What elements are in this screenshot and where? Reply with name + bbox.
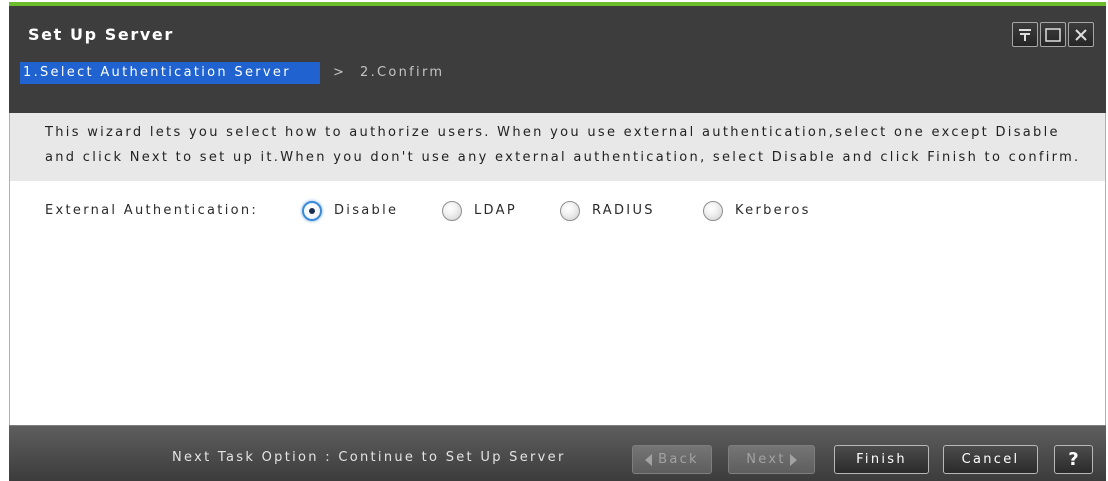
finish-button-label: Finish: [856, 452, 907, 467]
radio-label: Disable: [334, 203, 399, 218]
maximize-button[interactable]: [1040, 22, 1066, 47]
help-icon: ?: [1068, 449, 1079, 470]
finish-button[interactable]: Finish: [834, 445, 929, 474]
title-bar: Set Up Server: [9, 2, 1106, 60]
triangle-right-icon: [789, 453, 797, 466]
radio-option-ldap[interactable]: LDAP: [442, 201, 517, 221]
next-button[interactable]: Next: [728, 445, 815, 474]
wizard-steps: 1.Select Authentication Server > 2.Confi…: [9, 60, 1106, 113]
next-task-option: Next Task Option : Continue to Set Up Se…: [172, 450, 566, 465]
dialog-footer: Next Task Option : Continue to Set Up Se…: [9, 425, 1106, 481]
step-confirm: 2.Confirm: [360, 65, 445, 80]
step-separator: >: [333, 65, 347, 80]
radio-option-disable[interactable]: Disable: [302, 201, 398, 221]
radio-option-radius[interactable]: RADIUS: [560, 201, 655, 221]
description-line: This wizard lets you select how to autho…: [45, 125, 1060, 140]
radio-button[interactable]: [302, 201, 322, 221]
radio-button[interactable]: [560, 201, 580, 221]
maximize-icon: [1045, 27, 1061, 42]
set-up-server-dialog: Set Up Server 1.Select Authentication Se…: [0, 0, 1108, 481]
pin-to-top-button[interactable]: [1012, 22, 1038, 47]
next-button-label: Next: [746, 452, 786, 467]
radio-label: LDAP: [474, 203, 517, 218]
help-button[interactable]: ?: [1054, 445, 1093, 474]
pin-to-top-icon: [1018, 28, 1032, 42]
wizard-description: This wizard lets you select how to autho…: [9, 113, 1106, 181]
external-authentication-label: External Authentication:: [45, 203, 259, 218]
back-button[interactable]: Back: [632, 445, 712, 474]
cancel-button[interactable]: Cancel: [943, 445, 1038, 474]
radio-button[interactable]: [703, 201, 723, 221]
radio-button[interactable]: [442, 201, 462, 221]
dialog-title: Set Up Server: [28, 25, 174, 44]
description-line: and click Next to set up it.When you don…: [45, 150, 1081, 165]
cancel-button-label: Cancel: [961, 452, 1020, 467]
radio-label: RADIUS: [592, 203, 655, 218]
triangle-left-icon: [645, 453, 653, 466]
radio-option-kerberos[interactable]: Kerberos: [703, 201, 811, 221]
step-select-authentication-server: 1.Select Authentication Server: [20, 62, 320, 84]
back-button-label: Back: [658, 452, 699, 467]
form-area: External Authentication: Disable LDAP RA…: [9, 181, 1106, 425]
close-button[interactable]: [1068, 22, 1094, 47]
radio-label: Kerberos: [735, 203, 811, 218]
radio-dot: [309, 208, 315, 214]
close-icon: [1074, 28, 1088, 42]
